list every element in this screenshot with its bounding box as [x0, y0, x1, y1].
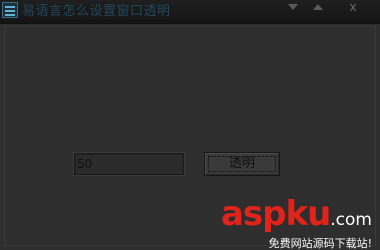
triangle-up-icon	[313, 4, 323, 10]
watermark-logo-suffix: .com	[330, 210, 372, 230]
transparency-input[interactable]	[74, 153, 184, 175]
transparent-button[interactable]: 透明	[204, 152, 280, 176]
triangle-down-icon	[288, 4, 298, 10]
watermark-logo-text: aspku	[220, 194, 331, 234]
watermark-logo: aspku.com	[221, 197, 372, 237]
watermark: aspku.com 免费网站源码下载站!	[221, 197, 372, 250]
title-bar[interactable]: 易语言怎么设置窗口透明 x	[0, 0, 380, 24]
app-icon	[2, 2, 18, 18]
close-button[interactable]: x	[342, 0, 364, 14]
watermark-tagline: 免费网站源码下载站!	[268, 237, 372, 250]
window-title: 易语言怎么设置窗口透明	[22, 4, 171, 19]
app-window: 易语言怎么设置窗口透明 x 透明 aspku.com 免费网站源码下载站!	[0, 0, 380, 250]
minimize-button[interactable]	[282, 0, 304, 14]
maximize-button[interactable]	[307, 0, 329, 14]
focus-rect	[208, 156, 276, 172]
